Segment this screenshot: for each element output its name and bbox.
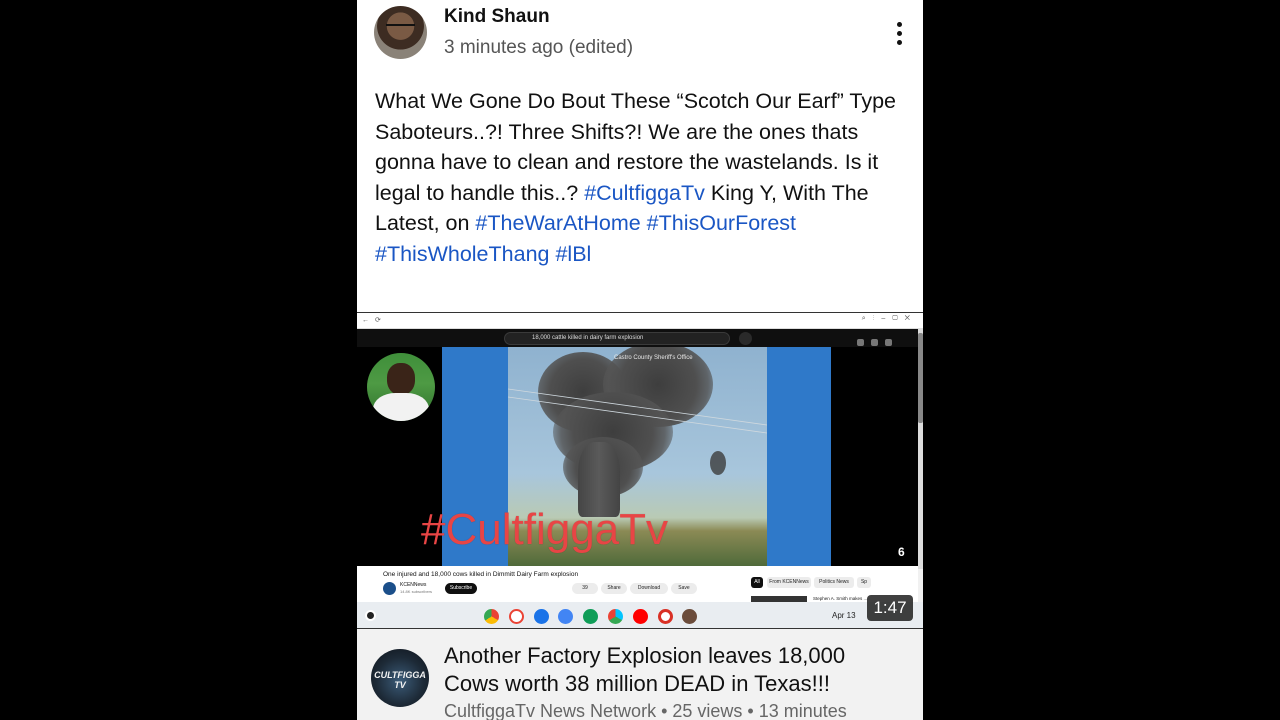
channel-logo-text: CULTFIGGA TV (374, 670, 426, 690)
chip-all: All (751, 577, 763, 588)
chat-icon (558, 609, 574, 625)
webcam-overlay (367, 353, 435, 421)
download-button: Download (630, 583, 668, 594)
youtube-header-icons (857, 333, 907, 346)
like-button: 39 (572, 583, 598, 594)
station-logo: 6 (898, 545, 905, 559)
chrome-icon (484, 609, 499, 625)
shelf-app-icons (484, 608, 707, 626)
channel-avatar-small (383, 582, 396, 595)
glasses-detail (386, 24, 415, 30)
user-icon (682, 609, 698, 625)
post-container: Kind Shaun 3 minutes ago (edited) What W… (357, 0, 923, 720)
browser-scrollbar (918, 329, 923, 569)
author-avatar[interactable] (374, 6, 427, 59)
record-icon (657, 609, 673, 625)
hashtag-lbl[interactable]: #lBl (555, 242, 591, 266)
post-header: Kind Shaun 3 minutes ago (edited) (357, 0, 923, 80)
share-button: Share (601, 583, 627, 594)
hashtag-thewarathome[interactable]: #TheWarAtHome (475, 211, 640, 235)
save-button: Save (671, 583, 697, 594)
youtube-search-box: 18,000 cattle killed in dairy farm explo… (504, 332, 730, 345)
youtube-icon (632, 609, 648, 625)
frame-right-panel (767, 347, 831, 566)
youtube-subscriber-count: 14.8K subscribers (400, 589, 433, 594)
shelf-date: Apr 13 (832, 611, 856, 620)
os-shelf: Apr 13 (357, 602, 923, 628)
channel-logo[interactable]: CULTFIGGA TV (371, 649, 429, 707)
video-meta: CultfiggaTv News Network • 25 views • 13… (444, 701, 847, 720)
author-name[interactable]: Kind Shaun (444, 6, 550, 28)
youtube-header: 18,000 cattle killed in dairy farm explo… (357, 329, 923, 347)
browser-toolbar: ←⟳ ⌕⋮–▢✕ (357, 313, 923, 329)
meet-icon (583, 609, 599, 625)
mic-icon (739, 332, 752, 345)
subscribe-button: Subscribe (445, 583, 477, 594)
chip-sp: Sp (857, 577, 871, 588)
launcher-icon (365, 610, 376, 621)
gmail-icon (508, 609, 524, 625)
post-timestamp: 3 minutes ago (edited) (444, 37, 634, 58)
cultfiggatv-watermark: #CultfiggaTv (421, 505, 669, 554)
chip-from-channel: From KCENNews (767, 577, 811, 588)
chip-politics: Politics News (814, 577, 854, 588)
video-card[interactable]: CULTFIGGA TV Another Factory Explosion l… (357, 629, 923, 720)
docs-icon (533, 609, 549, 625)
video-duration: 1:47 (867, 595, 913, 621)
play-store-icon (607, 609, 623, 625)
video-title[interactable]: Another Factory Explosion leaves 18,000 … (444, 642, 904, 698)
youtube-channel-name: KCENNews (400, 582, 427, 588)
window-control-icons: ⌕⋮–▢✕ (861, 315, 917, 322)
hashtag-thisourforest[interactable]: #ThisOurForest (647, 211, 796, 235)
youtube-video-title: One injured and 18,000 cows killed in Di… (383, 571, 579, 578)
more-options-icon[interactable] (891, 20, 907, 48)
post-body: What We Gone Do Bout These “Scotch Our E… (375, 86, 911, 270)
hashtag-cultfiggatv[interactable]: #CultfiggaTv (584, 181, 705, 205)
browser-nav-icons: ←⟳ (362, 317, 387, 324)
video-thumbnail[interactable]: ←⟳ ⌕⋮–▢✕ 18,000 cattle killed in dairy f… (357, 312, 923, 629)
hashtag-thiswholethang[interactable]: #ThisWholeThang (375, 242, 549, 266)
video-credit: Castro County Sheriff's Office (614, 355, 693, 361)
